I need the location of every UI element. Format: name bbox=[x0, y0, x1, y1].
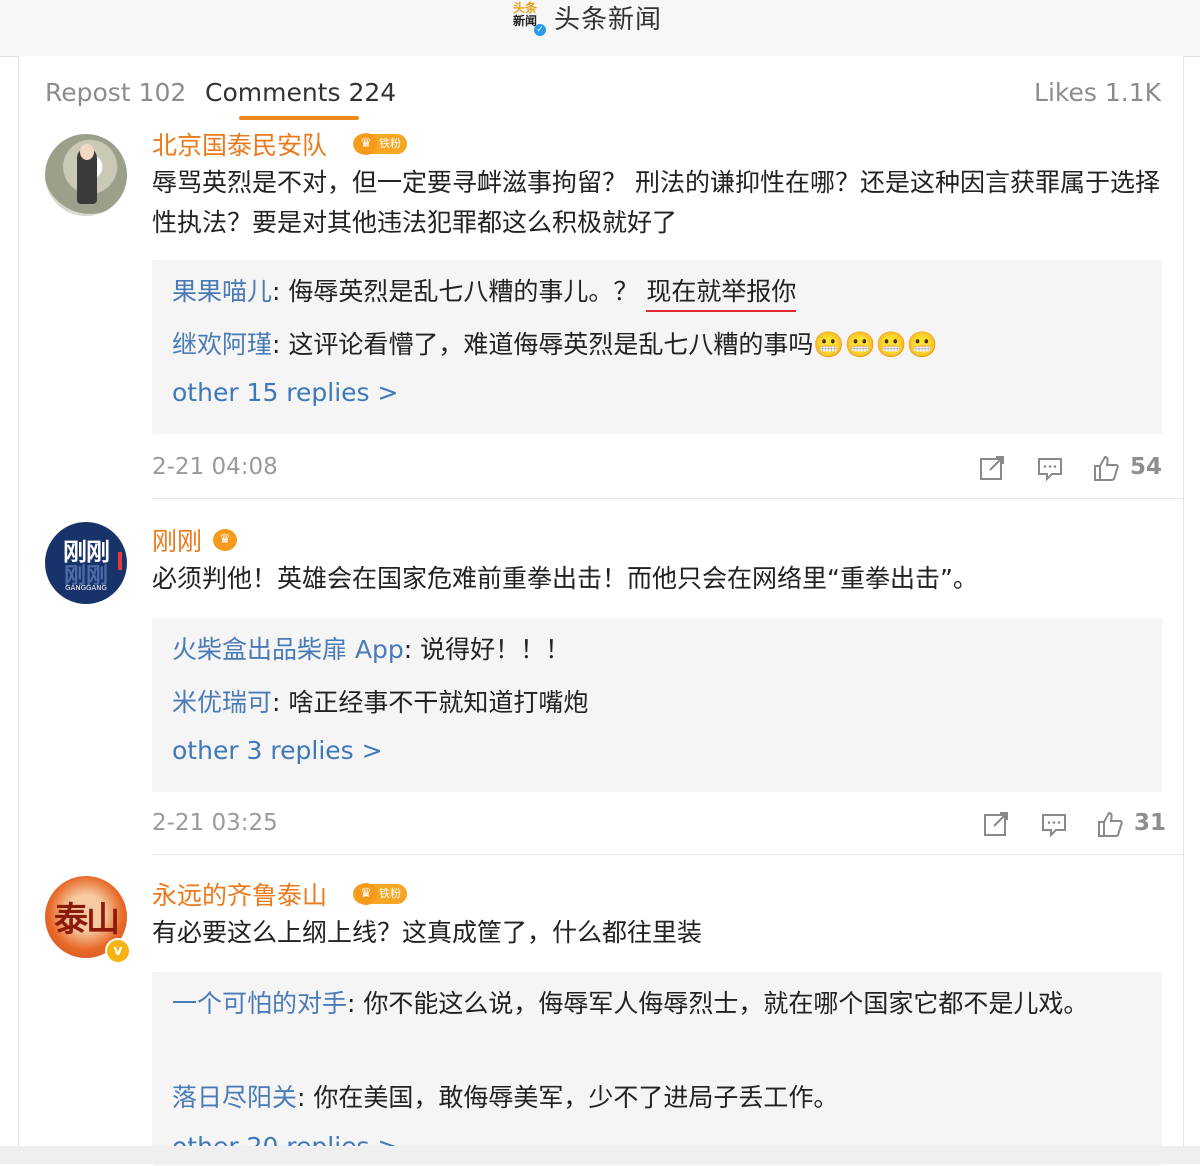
share-icon[interactable] bbox=[982, 810, 1010, 838]
reply-box[interactable]: 一个可怕的对手: 你不能这么说，侮辱军人侮辱烈士，就在哪个国家它都不是儿戏。 落… bbox=[152, 972, 1162, 1166]
comment-footer: 2-21 03:25 31 bbox=[152, 810, 1166, 846]
comment-text: 辱骂英烈是不对，但一定要寻衅滋事拘留？ 刑法的谦抑性在哪？还是这种因言获罪属于选… bbox=[152, 168, 1160, 237]
avatar[interactable] bbox=[45, 134, 127, 216]
reply-box[interactable]: 火柴盒出品柴扉 App: 说得好！！！ 米优瑞可: 啥正经事不干就知道打嘴炮 o… bbox=[152, 618, 1162, 792]
reply-username[interactable]: 米优瑞可 bbox=[172, 688, 272, 717]
tab-bar: Repost 102 Comments 224 Likes 1.1K bbox=[19, 56, 1183, 130]
top-bar: 头条 新闻 ✓ 头条新闻 bbox=[0, 0, 1200, 57]
comment-footer: 2-21 04:08 54 bbox=[152, 454, 1162, 490]
active-tab-indicator bbox=[239, 116, 359, 120]
crown-icon: ♛ bbox=[213, 529, 237, 551]
comment-time: 2-21 04:08 bbox=[152, 454, 278, 480]
reply-username[interactable]: 火柴盒出品柴扉 App bbox=[172, 635, 404, 664]
tab-comments[interactable]: Comments 224 bbox=[205, 78, 396, 107]
reply-item[interactable]: 一个可怕的对手: 你不能这么说，侮辱军人侮辱烈士，就在哪个国家它都不是儿戏。 bbox=[172, 984, 1142, 1024]
comment-username[interactable]: 刚刚 bbox=[152, 522, 202, 558]
toutiao-logo-icon: 头条 新闻 ✓ bbox=[510, 2, 546, 36]
like-count: 54 bbox=[1130, 454, 1163, 480]
comment-username[interactable]: 北京国泰民安队 bbox=[152, 126, 327, 162]
divider bbox=[152, 498, 1183, 499]
like-count: 31 bbox=[1134, 810, 1167, 836]
bottom-edge bbox=[0, 1146, 1200, 1164]
thumbs-up-icon[interactable] bbox=[1096, 810, 1124, 838]
comment-icon[interactable] bbox=[1036, 454, 1064, 482]
divider bbox=[152, 854, 1183, 855]
brand[interactable]: 头条 新闻 ✓ 头条新闻 bbox=[510, 0, 663, 36]
underlined-text: 现在就举报你 bbox=[646, 277, 797, 312]
crown-icon: ♛ bbox=[355, 133, 377, 155]
more-replies-link[interactable]: other 15 replies > bbox=[172, 378, 398, 407]
fan-badge: ♛ 铁粉 bbox=[353, 883, 407, 905]
tab-likes[interactable]: Likes 1.1K bbox=[1034, 78, 1161, 107]
reply-item[interactable]: 落日尽阳关: 你在美国，敢侮辱美军，少不了进局子丢工作。 bbox=[172, 1078, 1142, 1118]
reply-item[interactable]: 火柴盒出品柴扉 App: 说得好！！！ bbox=[172, 630, 1142, 670]
reply-username[interactable]: 一个可怕的对手 bbox=[172, 989, 347, 1018]
more-replies-link[interactable]: other 3 replies > bbox=[172, 736, 383, 765]
account-name: 头条新闻 bbox=[554, 4, 663, 35]
comment-time: 2-21 03:25 bbox=[152, 810, 278, 836]
comment-username[interactable]: 永远的齐鲁泰山 bbox=[152, 876, 327, 912]
comments-panel: Repost 102 Comments 224 Likes 1.1K 北京国泰民… bbox=[18, 56, 1184, 1166]
comment-item: 刚刚 刚刚 GANGGANG 刚刚 ♛ 必须判他！英雄会在国家危难前重拳出击！而… bbox=[19, 522, 1183, 862]
verified-icon: ✓ bbox=[534, 24, 546, 36]
crown-icon: ♛ bbox=[355, 883, 377, 905]
comment-item: 泰山 v 永远的齐鲁泰山 ♛ 铁粉 有必要这么上纲上线？这真成筐了，什么都往里装… bbox=[19, 876, 1183, 1166]
reply-username[interactable]: 继欢阿瑾 bbox=[172, 330, 272, 359]
thumbs-up-icon[interactable] bbox=[1092, 454, 1120, 482]
comment-item: 北京国泰民安队 ♛ 铁粉 辱骂英烈是不对，但一定要寻衅滋事拘留？ 刑法的谦抑性在… bbox=[19, 126, 1183, 571]
reply-username[interactable]: 果果喵儿 bbox=[172, 277, 272, 306]
comment-text: 有必要这么上纲上线？这真成筐了，什么都往里装 bbox=[152, 918, 703, 947]
verified-icon: v bbox=[105, 938, 131, 964]
avatar[interactable]: 刚刚 刚刚 GANGGANG bbox=[45, 522, 127, 604]
comment-icon[interactable] bbox=[1040, 810, 1068, 838]
tab-repost[interactable]: Repost 102 bbox=[45, 78, 186, 107]
reply-item[interactable]: 果果喵儿: 侮辱英烈是乱七八糟的事儿。？ 现在就举报你 bbox=[172, 272, 1142, 312]
reply-username[interactable]: 落日尽阳关 bbox=[172, 1083, 297, 1112]
fan-badge: ♛ 铁粉 bbox=[353, 133, 407, 155]
reply-box[interactable]: 果果喵儿: 侮辱英烈是乱七八糟的事儿。？ 现在就举报你 继欢阿瑾: 这评论看懵了… bbox=[152, 260, 1162, 434]
reply-item[interactable]: 米优瑞可: 啥正经事不干就知道打嘴炮 bbox=[172, 683, 1142, 723]
emoji-icons: 😬😬😬😬 bbox=[813, 330, 938, 359]
reply-item[interactable]: 继欢阿瑾: 这评论看懵了，难道侮辱英烈是乱七八糟的事吗😬😬😬😬 bbox=[172, 325, 1142, 365]
share-icon[interactable] bbox=[978, 454, 1006, 482]
comment-text: 必须判他！英雄会在国家危难前重拳出击！而他只会在网络里“重拳出击”。 bbox=[152, 564, 978, 593]
